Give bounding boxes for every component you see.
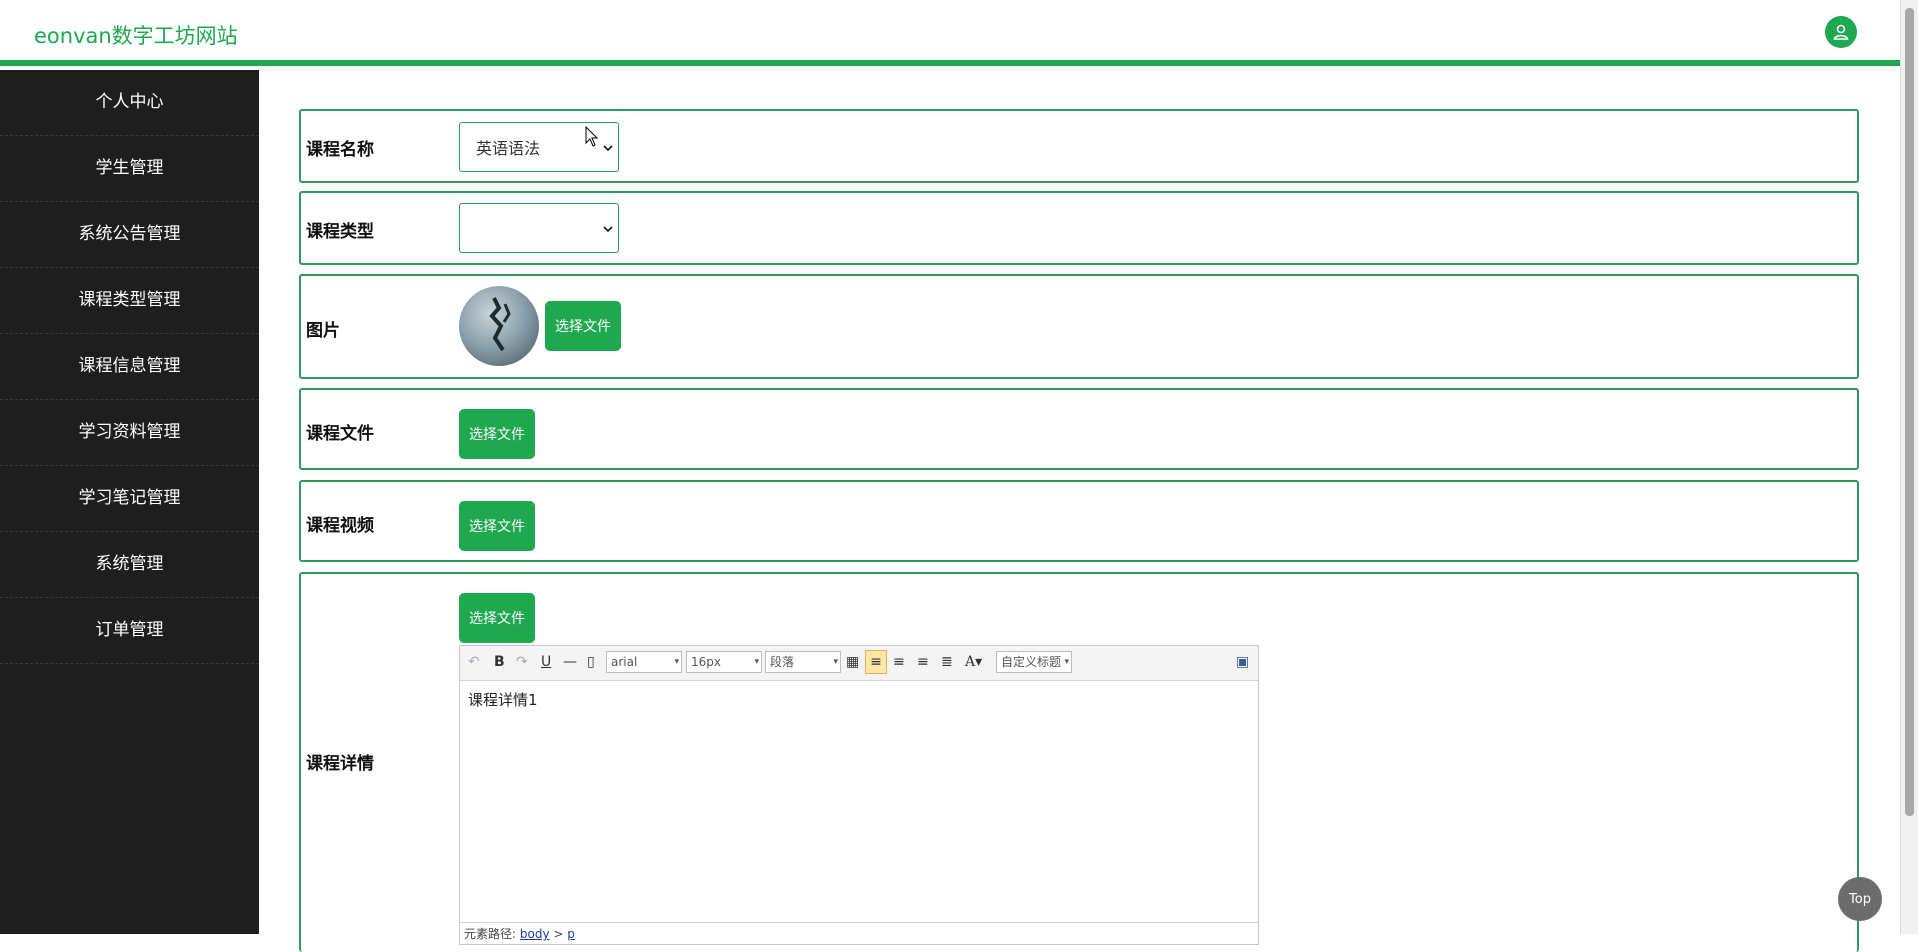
chevron-down-icon: ▾ (674, 657, 679, 667)
align-left-icon[interactable]: ≡ (865, 650, 887, 674)
page-icon[interactable]: ▯ (587, 654, 595, 670)
horizontal-rule-icon[interactable]: — (563, 654, 577, 670)
sidebar-item-student-management[interactable]: 学生管理 (0, 136, 259, 202)
chevron-down-icon: ▾ (1064, 657, 1069, 667)
course-file-label: 课程文件 (306, 424, 374, 444)
sidebar: 个人中心 学生管理 系统公告管理 课程类型管理 课程信息管理 学习资料管理 学习… (0, 70, 259, 934)
image-row: 图片 选择文件 (299, 274, 1859, 379)
table-icon[interactable]: ▦ (846, 654, 859, 670)
back-to-top-button[interactable]: Top (1838, 877, 1882, 921)
course-name-label: 课程名称 (306, 140, 374, 160)
top-header: eonvan数字工坊网站 (0, 0, 1900, 66)
chevron-down-icon: ▾ (833, 657, 838, 667)
element-path-body-link[interactable]: body (520, 927, 550, 941)
course-file-choose-button[interactable]: 选择文件 (459, 409, 535, 459)
scrollbar-thumb[interactable] (1905, 8, 1914, 816)
chevron-down-icon (602, 220, 614, 239)
course-image-thumbnail (459, 286, 539, 366)
element-path-p-link[interactable]: p (567, 927, 575, 941)
editor-content[interactable]: 课程详情1 (460, 681, 1258, 718)
chevron-down-icon: ▾ (754, 657, 759, 667)
course-name-value: 英语语法 (476, 139, 541, 158)
course-video-choose-button[interactable]: 选择文件 (459, 501, 535, 551)
font-family-select[interactable]: arial ▾ (606, 651, 682, 673)
sidebar-item-personal-center[interactable]: 个人中心 (0, 70, 259, 136)
page-scrollbar[interactable] (1900, 0, 1918, 934)
course-name-row: 课程名称 英语语法 (299, 109, 1859, 183)
bold-icon[interactable]: B (494, 654, 505, 670)
custom-title-value: 自定义标题 (1001, 655, 1062, 669)
sidebar-item-course-info-management[interactable]: 课程信息管理 (0, 334, 259, 400)
underline-icon[interactable]: U (541, 654, 551, 670)
course-type-select[interactable] (459, 203, 619, 253)
sidebar-item-study-material-management[interactable]: 学习资料管理 (0, 400, 259, 466)
course-detail-label: 课程详情 (306, 754, 374, 774)
element-path-label: 元素路径: (464, 927, 517, 941)
element-path-separator: > (553, 927, 564, 941)
redo-icon[interactable]: ↷ (516, 654, 528, 670)
mouse-cursor-icon (585, 125, 599, 152)
fullscreen-icon[interactable]: ▣ (1236, 654, 1249, 670)
paragraph-select[interactable]: 段落 ▾ (765, 651, 841, 673)
font-size-value: 16px (691, 655, 721, 669)
course-detail-row: 课程详情 选择文件 ↶ B ↷ U — ▯ arial ▾ 16px ▾ 段落 (299, 572, 1859, 952)
user-icon[interactable] (1825, 16, 1857, 48)
editor-toolbar: ↶ B ↷ U — ▯ arial ▾ 16px ▾ 段落 ▾ ▦ ≡ ≡ ≡ … (460, 646, 1258, 681)
align-right-icon[interactable]: ≡ (893, 654, 905, 670)
course-video-row: 课程视频 选择文件 (299, 480, 1859, 562)
course-video-label: 课程视频 (306, 516, 374, 536)
sidebar-item-announcement-management[interactable]: 系统公告管理 (0, 202, 259, 268)
font-family-value: arial (611, 655, 638, 669)
rich-text-editor: ↶ B ↷ U — ▯ arial ▾ 16px ▾ 段落 ▾ ▦ ≡ ≡ ≡ … (459, 645, 1259, 945)
sidebar-item-system-management[interactable]: 系统管理 (0, 532, 259, 598)
undo-icon[interactable]: ↶ (468, 654, 480, 670)
paragraph-value: 段落 (770, 655, 795, 669)
sidebar-item-study-notes-management[interactable]: 学习笔记管理 (0, 466, 259, 532)
image-label: 图片 (306, 321, 340, 341)
course-type-row: 课程类型 (299, 191, 1859, 265)
chevron-down-icon (602, 139, 614, 158)
font-size-select[interactable]: 16px ▾ (686, 651, 762, 673)
custom-title-select[interactable]: 自定义标题 ▾ (996, 651, 1072, 673)
course-file-row: 课程文件 选择文件 (299, 388, 1859, 470)
image-choose-file-button[interactable]: 选择文件 (545, 301, 621, 351)
align-center-icon[interactable]: ≡ (917, 654, 929, 670)
font-color-icon[interactable]: A▾ (965, 654, 982, 670)
site-brand[interactable]: eonvan数字工坊网站 (34, 20, 238, 50)
main-content: 课程名称 英语语法 课程类型 图片 选择文件 课程文件 选择文件 课程视频 选择… (259, 70, 1900, 952)
course-type-label: 课程类型 (306, 222, 374, 242)
sidebar-item-order-management[interactable]: 订单管理 (0, 598, 259, 664)
course-detail-choose-button[interactable]: 选择文件 (459, 593, 535, 643)
editor-element-path: 元素路径: body > p (460, 922, 1258, 944)
align-justify-icon[interactable]: ≣ (941, 654, 953, 670)
sidebar-item-course-type-management[interactable]: 课程类型管理 (0, 268, 259, 334)
